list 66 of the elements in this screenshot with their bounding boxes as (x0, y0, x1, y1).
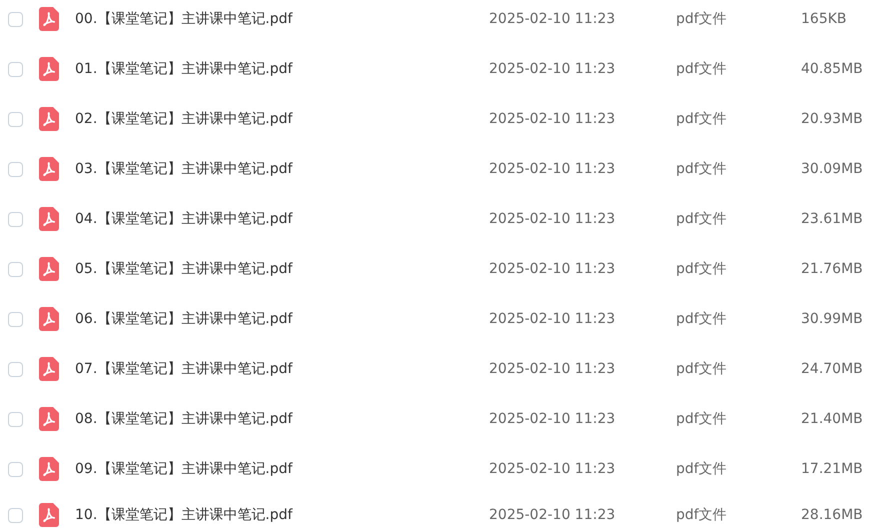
checkbox[interactable] (8, 362, 23, 376)
pdf-file-icon (39, 457, 59, 481)
modified-date: 2025-02-10 11:23 (489, 161, 616, 177)
file-name[interactable]: 08.【课堂笔记】主讲课中笔记.pdf (75, 410, 489, 428)
file-type: pdf文件 (676, 210, 728, 228)
file-size: 20.93MB (801, 111, 863, 127)
modified-date: 2025-02-10 11:23 (489, 61, 616, 77)
file-type: pdf文件 (676, 410, 728, 428)
file-type: pdf文件 (676, 60, 728, 78)
file-type: pdf文件 (676, 260, 728, 278)
pdf-file-icon (39, 57, 59, 81)
file-size: 21.76MB (801, 261, 863, 277)
checkbox[interactable] (8, 262, 23, 276)
file-type: pdf文件 (676, 506, 728, 524)
file-size: 23.61MB (801, 211, 863, 227)
file-type: pdf文件 (676, 10, 728, 28)
pdf-file-icon (39, 407, 59, 431)
pdf-file-icon (39, 207, 59, 231)
file-size: 21.40MB (801, 411, 863, 427)
file-name[interactable]: 09.【课堂笔记】主讲课中笔记.pdf (75, 460, 489, 478)
checkbox[interactable] (8, 508, 23, 522)
file-size: 30.09MB (801, 161, 863, 177)
file-type: pdf文件 (676, 310, 728, 328)
checkbox[interactable] (8, 162, 23, 176)
file-name[interactable]: 05.【课堂笔记】主讲课中笔记.pdf (75, 260, 489, 278)
file-name[interactable]: 06.【课堂笔记】主讲课中笔记.pdf (75, 310, 489, 328)
pdf-file-icon (39, 7, 59, 31)
modified-date: 2025-02-10 11:23 (489, 261, 616, 277)
pdf-file-icon (39, 157, 59, 181)
checkbox[interactable] (8, 12, 23, 26)
file-size: 24.70MB (801, 361, 863, 377)
file-name[interactable]: 01.【课堂笔记】主讲课中笔记.pdf (75, 60, 489, 78)
checkbox[interactable] (8, 462, 23, 476)
modified-date: 2025-02-10 11:23 (489, 211, 616, 227)
modified-date: 2025-02-10 11:23 (489, 311, 616, 327)
pdf-file-icon (39, 257, 59, 281)
checkbox[interactable] (8, 62, 23, 76)
checkbox[interactable] (8, 212, 23, 226)
file-name[interactable]: 00.【课堂笔记】主讲课中笔记.pdf (75, 10, 489, 28)
pdf-file-icon (39, 307, 59, 331)
file-name[interactable]: 07.【课堂笔记】主讲课中笔记.pdf (75, 360, 489, 378)
modified-date: 2025-02-10 11:23 (489, 361, 616, 377)
pdf-file-icon (39, 107, 59, 131)
file-size: 17.21MB (801, 461, 863, 477)
file-size: 165KB (801, 11, 847, 27)
file-type: pdf文件 (676, 110, 728, 128)
file-name[interactable]: 10.【课堂笔记】主讲课中笔记.pdf (75, 506, 489, 524)
file-type: pdf文件 (676, 160, 728, 178)
pdf-file-icon (39, 357, 59, 381)
checkbox[interactable] (8, 112, 23, 126)
file-size: 28.16MB (801, 507, 863, 523)
modified-date: 2025-02-10 11:23 (489, 461, 616, 477)
modified-date: 2025-02-10 11:23 (489, 411, 616, 427)
file-name[interactable]: 04.【课堂笔记】主讲课中笔记.pdf (75, 210, 489, 228)
checkbox[interactable] (8, 312, 23, 326)
file-size: 40.85MB (801, 61, 863, 77)
file-size: 30.99MB (801, 311, 863, 327)
checkbox[interactable] (8, 412, 23, 426)
modified-date: 2025-02-10 11:23 (489, 111, 616, 127)
modified-date: 2025-02-10 11:23 (489, 507, 616, 523)
file-name[interactable]: 02.【课堂笔记】主讲课中笔记.pdf (75, 110, 489, 128)
file-name[interactable]: 03.【课堂笔记】主讲课中笔记.pdf (75, 160, 489, 178)
file-type: pdf文件 (676, 460, 728, 478)
file-type: pdf文件 (676, 360, 728, 378)
pdf-file-icon (39, 503, 59, 527)
modified-date: 2025-02-10 11:23 (489, 11, 616, 27)
